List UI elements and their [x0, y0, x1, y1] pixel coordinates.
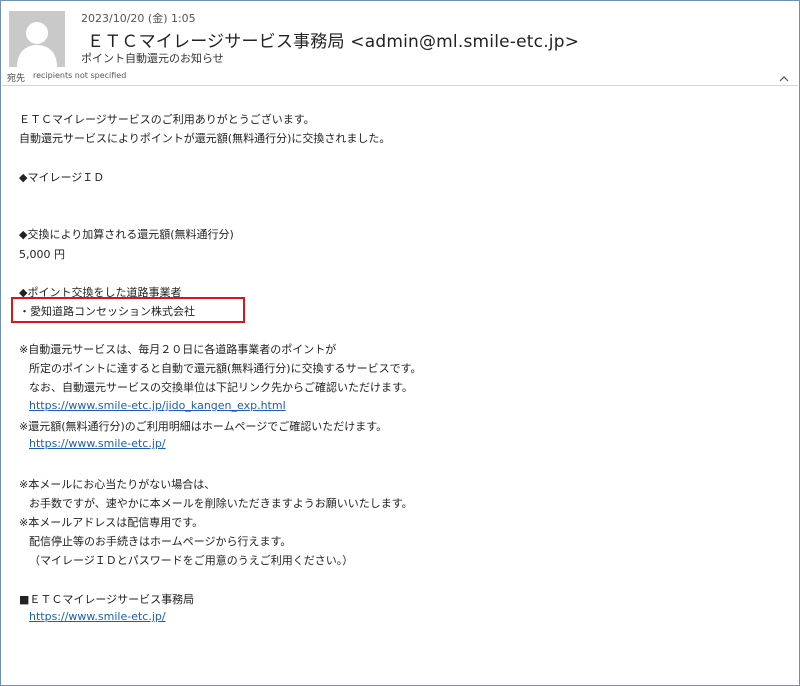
- note3-line-b: お手数ですが、速やかに本メールを削除いただきますようお願いいたします。: [29, 497, 413, 510]
- highlight-box: [11, 297, 245, 323]
- amount-heading: ◆交換により加算される還元額(無料通行分): [19, 228, 234, 241]
- amount-value: 5,000 円: [19, 248, 65, 261]
- link-jido-kangen[interactable]: https://www.smile-etc.jp/jido_kangen_exp…: [29, 399, 286, 412]
- sender-avatar-icon: [9, 11, 65, 67]
- note3-line-a: ※本メールにお心当たりがない場合は、: [19, 478, 216, 491]
- note1-line-c: なお、自動還元サービスの交換単位は下記リンク先からご確認いただけます。: [29, 381, 413, 394]
- note4-line-c: （マイレージＩＤとパスワードをご用意のうえご利用ください。）: [29, 554, 354, 567]
- note2-line-a: ※還元額(無料通行分)のご利用明細はホームページでご確認いただけます。: [19, 420, 388, 433]
- chevron-up-icon[interactable]: [777, 70, 791, 82]
- email-subject: ポイント自動還元のお知らせ: [81, 52, 224, 65]
- sent-date: 2023/10/20 (金) 1:05: [81, 12, 196, 25]
- signature: ■ＥＴＣマイレージサービス事務局: [19, 593, 195, 606]
- mileage-id-heading: ◆マイレージＩＤ: [19, 171, 105, 184]
- to-recipients: recipients not specified: [33, 71, 127, 80]
- link-homepage[interactable]: https://www.smile-etc.jp/: [29, 437, 166, 450]
- note1-line-b: 所定のポイントに達すると自動で還元額(無料通行分)に交換するサービスです。: [29, 362, 422, 375]
- greeting-line-1: ＥＴＣマイレージサービスのご利用ありがとうございます。: [19, 113, 315, 126]
- email-header: 2023/10/20 (金) 1:05 ＥＴＣマイレージサービス事務局 <adm…: [1, 1, 799, 85]
- greeting-line-2: 自動還元サービスによりポイントが還元額(無料通行分)に交換されました。: [19, 132, 391, 145]
- link-signature-homepage[interactable]: https://www.smile-etc.jp/: [29, 610, 166, 623]
- note4-line-a: ※本メールアドレスは配信専用です。: [19, 516, 204, 529]
- note4-line-b: 配信停止等のお手続きはホームページから行えます。: [29, 535, 292, 548]
- note1-line-a: ※自動還元サービスは、毎月２０日に各道路事業者のポイントが: [19, 343, 337, 356]
- sender-name[interactable]: ＥＴＣマイレージサービス事務局 <admin@ml.smile-etc.jp>: [87, 27, 579, 52]
- to-label: 宛先: [7, 74, 26, 84]
- email-window: 2023/10/20 (金) 1:05 ＥＴＣマイレージサービス事務局 <adm…: [0, 0, 800, 686]
